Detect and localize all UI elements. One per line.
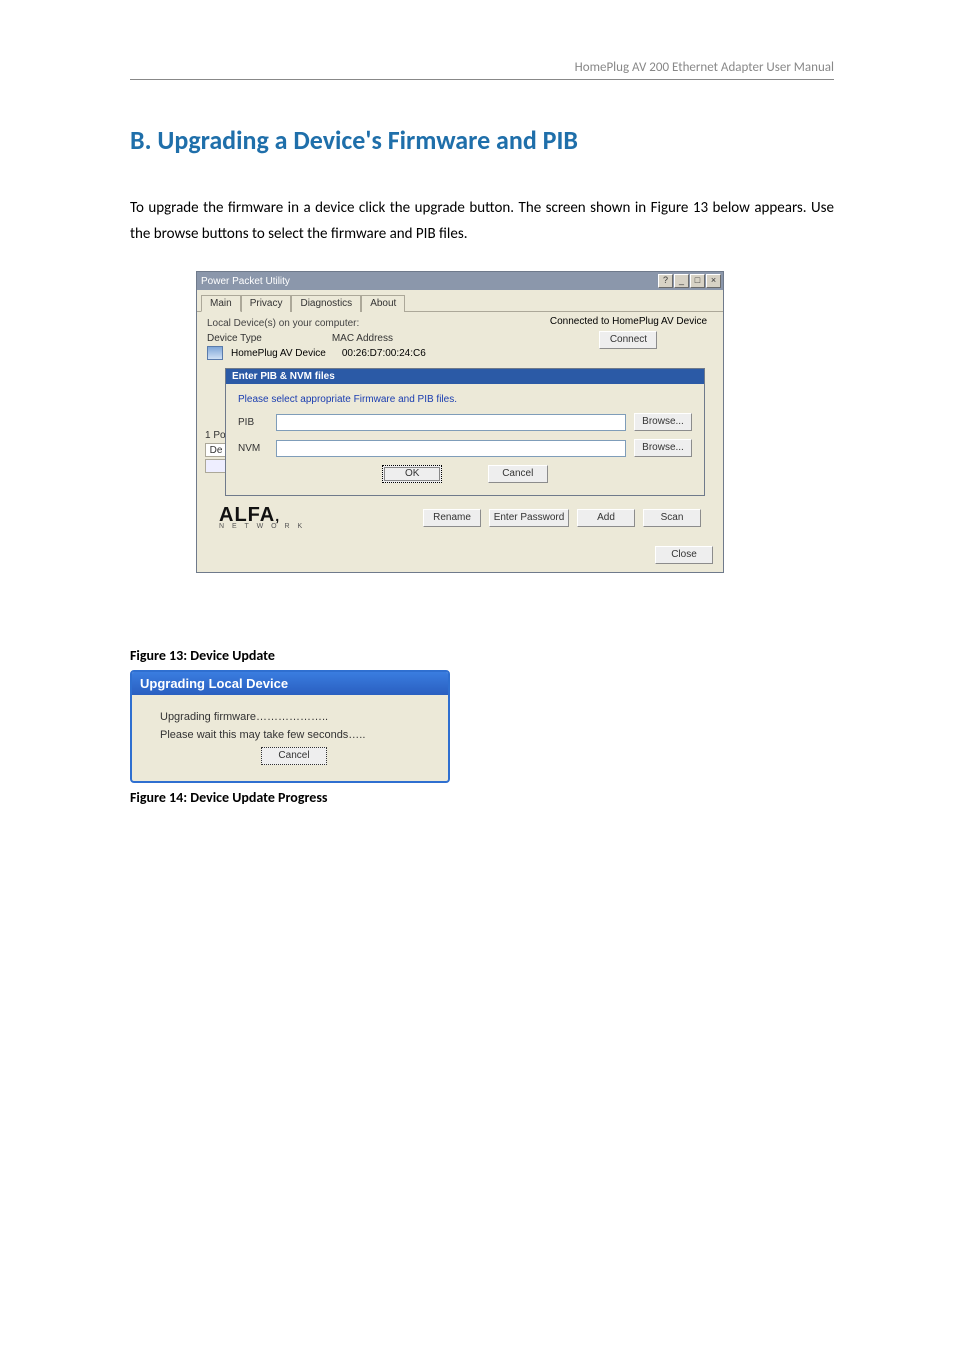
upgrading-cancel-button[interactable]: Cancel <box>261 747 327 765</box>
upgrading-dialog: Upgrading Local Device Upgrading firmwar… <box>130 670 450 783</box>
tab-about[interactable]: About <box>361 295 405 312</box>
dialog-title: Enter PIB & NVM files <box>226 369 704 384</box>
frag-3 <box>205 459 227 473</box>
close-button[interactable]: Close <box>655 546 713 564</box>
partial-list-fragment: 1 Po De <box>205 430 227 473</box>
nvm-input[interactable] <box>276 440 626 457</box>
main-panel: Local Device(s) on your computer: Device… <box>197 312 723 540</box>
tab-privacy[interactable]: Privacy <box>241 295 292 312</box>
upgrading-line-1: Upgrading firmware……………….. <box>160 711 428 723</box>
device-icon <box>207 346 223 360</box>
section-heading: B. Upgrading a Device's Firmware and PIB <box>130 124 834 156</box>
device-type-value: HomePlug AV Device <box>231 348 326 359</box>
close-icon[interactable]: × <box>706 274 721 288</box>
frag-1: 1 Po <box>205 430 227 441</box>
titlebar: Power Packet Utility ? _ □ × <box>197 272 723 290</box>
alfa-logo: ALFA, N E T W O R K <box>219 506 305 530</box>
figure-14-caption: Figure 14: Device Update Progress <box>130 789 834 806</box>
tab-diagnostics[interactable]: Diagnostics <box>291 295 361 312</box>
tabs: Main Privacy Diagnostics About <box>197 290 723 312</box>
add-button[interactable]: Add <box>577 509 635 527</box>
rename-button[interactable]: Rename <box>423 509 481 527</box>
frag-2: De <box>205 443 227 457</box>
cancel-button[interactable]: Cancel <box>488 465 548 483</box>
ok-button[interactable]: OK <box>382 465 442 483</box>
nvm-label: NVM <box>238 443 268 454</box>
upgrading-line-2: Please wait this may take few seconds….. <box>160 729 428 741</box>
enter-pib-nvm-dialog: Enter PIB & NVM files Please select appr… <box>225 368 705 496</box>
enter-password-button[interactable]: Enter Password <box>489 509 569 527</box>
maximize-icon[interactable]: □ <box>690 274 705 288</box>
dialog-hint: Please select appropriate Firmware and P… <box>238 394 692 405</box>
help-icon[interactable]: ? <box>658 274 673 288</box>
pib-input[interactable] <box>276 414 626 431</box>
power-packet-utility-window: Power Packet Utility ? _ □ × Main Privac… <box>196 271 724 573</box>
scan-button[interactable]: Scan <box>643 509 701 527</box>
page-header: HomePlug AV 200 Ethernet Adapter User Ma… <box>130 60 834 80</box>
intro-paragraph: To upgrade the firmware in a device clic… <box>130 196 834 247</box>
col-mac-address: MAC Address <box>332 333 393 344</box>
tab-main[interactable]: Main <box>201 295 241 312</box>
browse-pib-button[interactable]: Browse... <box>634 413 692 431</box>
pib-label: PIB <box>238 417 268 428</box>
minimize-icon[interactable]: _ <box>674 274 689 288</box>
figure-13-caption: Figure 13: Device Update <box>130 647 834 664</box>
window-title: Power Packet Utility <box>201 276 658 287</box>
logo-sub: N E T W O R K <box>219 524 305 530</box>
upgrading-dialog-title: Upgrading Local Device <box>132 672 448 695</box>
connect-button[interactable]: Connect <box>599 331 657 349</box>
col-device-type: Device Type <box>207 333 262 344</box>
device-mac-value: 00:26:D7:00:24:C6 <box>342 348 426 359</box>
browse-nvm-button[interactable]: Browse... <box>634 439 692 457</box>
connected-label: Connected to HomePlug AV Device <box>550 316 707 327</box>
